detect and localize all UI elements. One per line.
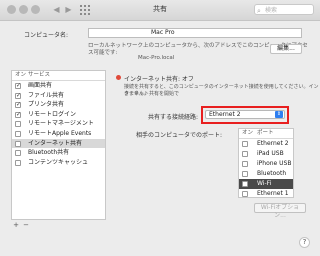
service-name: 画面共有 <box>28 82 53 89</box>
status-text: インターネット共有: オフ <box>124 76 194 83</box>
services-list: オン サービス ✓ 画面共有 ✓ ファイル共有 ✓ プリンタ共有 ✓ リモートロ… <box>11 70 106 220</box>
port-row[interactable]: Ethernet 2 <box>239 139 293 149</box>
service-row[interactable]: ✓ 画面共有 <box>12 81 105 91</box>
search-placeholder: 検索 <box>265 7 278 14</box>
search-icon: ⌕ <box>257 7 261 15</box>
port-checkbox[interactable] <box>242 191 248 197</box>
service-row[interactable]: ✓ プリンタ共有 <box>12 100 105 110</box>
description-line2: きません。 <box>124 91 149 97</box>
service-name: コンテンツキャッシュ <box>28 158 89 166</box>
service-name: リモートApple Events <box>28 129 92 137</box>
service-row[interactable]: ✓ ファイル共有 <box>12 91 105 101</box>
service-checkbox[interactable]: ✓ <box>15 83 21 89</box>
address-info-line2: ス可能です: <box>88 50 118 56</box>
port-name: Wi-Fi <box>257 180 272 187</box>
port-checkbox[interactable] <box>242 171 248 177</box>
service-checkbox[interactable]: ✓ <box>15 111 21 118</box>
chevron-updown-icon: ⇕ <box>275 111 283 118</box>
ports-header-port: ポート <box>257 130 274 136</box>
port-checkbox[interactable] <box>242 161 248 167</box>
service-checkbox[interactable]: ✓ <box>15 92 21 99</box>
services-header-service: サービス <box>28 72 51 78</box>
search-field[interactable]: ⌕ 検索 <box>254 4 314 15</box>
service-checkbox[interactable] <box>15 140 21 147</box>
service-name: ファイル共有 <box>28 91 65 99</box>
wifi-options-button[interactable]: Wi-Fiオプション... <box>254 203 306 219</box>
sharing-window: ◀ ▶ 共有 ⌕ 検索 コンピュータ名: Mac Pro ローカルネットワーク上… <box>0 0 320 256</box>
title-bar: ◀ ▶ 共有 ⌕ 検索 <box>0 0 320 21</box>
service-checkbox[interactable] <box>15 150 21 157</box>
help-icon[interactable]: ? <box>299 237 310 248</box>
service-row[interactable]: リモートApple Events <box>12 129 105 139</box>
description-line1: 接続を共有すると、このコンピュータのインターネット接続を使用してください。インタ… <box>124 84 319 97</box>
port-name: iPad USB <box>257 150 284 157</box>
service-row[interactable]: リモートマネージメント <box>12 119 105 129</box>
service-name: プリンタ共有 <box>28 101 65 109</box>
port-checkbox[interactable] <box>242 141 248 147</box>
computer-name-field[interactable]: Mac Pro <box>88 28 302 38</box>
port-row[interactable]: Bluetooth PAN <box>239 169 293 187</box>
service-name: インターネット共有 <box>28 139 83 147</box>
service-name: リモートログイン <box>28 110 77 118</box>
port-name: Ethernet 2 <box>257 140 289 147</box>
port-row[interactable]: Ethernet 1 <box>239 189 293 199</box>
service-row[interactable]: Bluetooth共有 <box>12 148 105 158</box>
services-header-on: オン <box>15 72 27 78</box>
port-name: Ethernet 1 <box>257 190 289 197</box>
computer-name-value: Mac Pro <box>151 29 175 36</box>
service-row[interactable]: ✓ リモートログイン <box>12 110 105 120</box>
add-service-button[interactable]: + <box>13 222 19 229</box>
service-row-selected[interactable]: インターネット共有 <box>12 138 105 149</box>
edit-button[interactable]: 編集... <box>270 44 302 54</box>
status-indicator-icon <box>116 75 121 80</box>
port-row-selected[interactable]: Wi-Fi <box>239 179 293 189</box>
share-from-select[interactable]: Ethernet 2 ⇕ <box>205 110 285 119</box>
computer-name-label: コンピュータ名: <box>24 32 69 39</box>
port-row[interactable]: iPad USB <box>239 149 293 159</box>
port-name: iPhone USB <box>257 160 292 167</box>
service-checkbox[interactable] <box>15 121 21 128</box>
port-row[interactable]: iPhone USB <box>239 159 293 169</box>
ports-list: オン ポート Ethernet 2 iPad USB iPhone USB Bl… <box>238 128 294 198</box>
services-header: オン サービス <box>12 71 105 81</box>
ports-header: オン ポート <box>239 129 293 139</box>
service-checkbox[interactable] <box>15 130 21 137</box>
service-row[interactable]: コンテンツキャッシュ <box>12 158 105 168</box>
service-name: リモートマネージメント <box>28 120 94 128</box>
service-name: Bluetooth共有 <box>28 149 70 157</box>
port-checkbox[interactable] <box>242 151 248 157</box>
remove-service-button[interactable]: − <box>23 222 29 229</box>
ports-header-on: オン <box>242 130 254 136</box>
share-from-label: 共有する接続経路: <box>148 114 199 121</box>
port-checkbox[interactable] <box>242 181 248 187</box>
service-checkbox[interactable]: ✓ <box>15 102 21 109</box>
service-checkbox[interactable] <box>15 159 21 166</box>
share-from-value: Ethernet 2 <box>209 111 241 118</box>
to-computers-label: 相手のコンピュータでのポート: <box>136 132 223 139</box>
local-address: Mac-Pro.local <box>138 55 175 61</box>
